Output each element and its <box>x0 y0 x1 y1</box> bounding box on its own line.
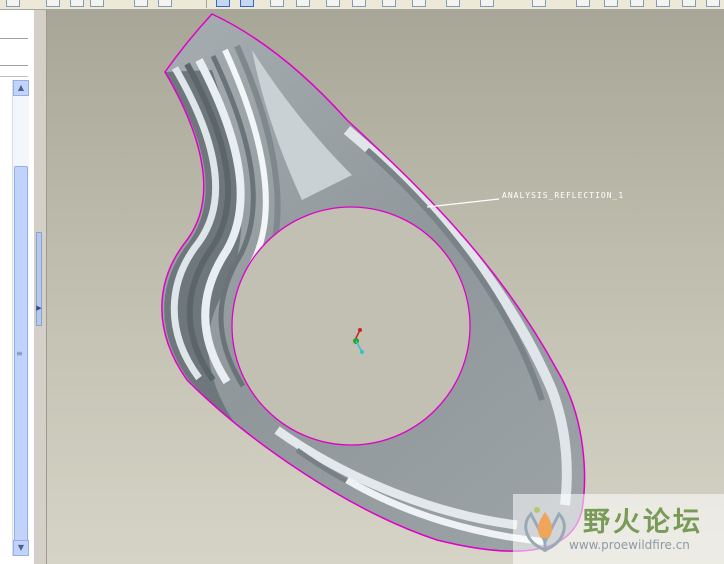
model-tree-scrollbar[interactable]: ▲ ≡ ▼ <box>12 80 29 556</box>
toolbar-button-icon[interactable] <box>270 0 284 7</box>
model-tree-header <box>0 38 28 66</box>
toolbar-button-icon[interactable] <box>706 0 720 7</box>
toolbar-button-icon[interactable] <box>134 0 148 7</box>
expand-right-icon[interactable]: ▶ <box>34 302 44 314</box>
toolbar-button-icon[interactable] <box>158 0 172 7</box>
toolbar-button-icon[interactable] <box>6 0 20 7</box>
toolbar-button-icon[interactable] <box>630 0 644 7</box>
model-tree-subheader <box>0 66 28 77</box>
toolbar-button-icon[interactable] <box>240 0 254 7</box>
scroll-down-arrow-icon[interactable]: ▼ <box>13 540 29 556</box>
annotation-leader-line <box>426 198 500 208</box>
analysis-reflection-label[interactable]: ANALYSIS_REFLECTION_1 <box>502 191 624 200</box>
center-hole <box>231 206 471 446</box>
toolbar-button-icon[interactable] <box>604 0 618 7</box>
toolbar-button-icon[interactable] <box>296 0 310 7</box>
scroll-grip-icon: ≡ <box>16 349 23 358</box>
toolbar-button-icon[interactable] <box>326 0 340 7</box>
reflection-surface-model[interactable] <box>47 10 724 564</box>
toolbar-button-icon[interactable] <box>656 0 670 7</box>
forum-watermark: 野火论坛 www.proewildfire.cn <box>513 494 724 564</box>
graphics-viewport[interactable]: ANALYSIS_REFLECTION_1 野火论坛 www.proewildf… <box>47 10 724 564</box>
toolbar-separator <box>206 0 207 8</box>
toolbar-button-icon[interactable] <box>46 0 60 7</box>
forum-title: 野火论坛 <box>583 507 703 538</box>
toolbar-button-icon[interactable] <box>412 0 426 7</box>
toolbar-button-icon[interactable] <box>382 0 396 7</box>
scroll-up-arrow-icon[interactable]: ▲ <box>13 80 29 96</box>
toolbar-button-icon[interactable] <box>216 0 230 7</box>
top-toolbar <box>0 0 724 10</box>
toolbar-button-icon[interactable] <box>682 0 696 7</box>
forum-logo-icon <box>524 507 566 553</box>
toolbar-button-icon[interactable] <box>480 0 494 7</box>
toolbar-button-icon[interactable] <box>70 0 84 7</box>
forum-url: www.proewildfire.cn <box>569 538 690 552</box>
panel-splitter[interactable]: ◀ ▶ <box>34 10 47 564</box>
toolbar-button-icon[interactable] <box>352 0 366 7</box>
toolbar-button-icon[interactable] <box>90 0 104 7</box>
model-tree-panel: ▲ ≡ ▼ <box>0 10 35 564</box>
toolbar-button-icon[interactable] <box>446 0 460 7</box>
toolbar-button-icon[interactable] <box>576 0 590 7</box>
toolbar-button-icon[interactable] <box>532 0 546 7</box>
